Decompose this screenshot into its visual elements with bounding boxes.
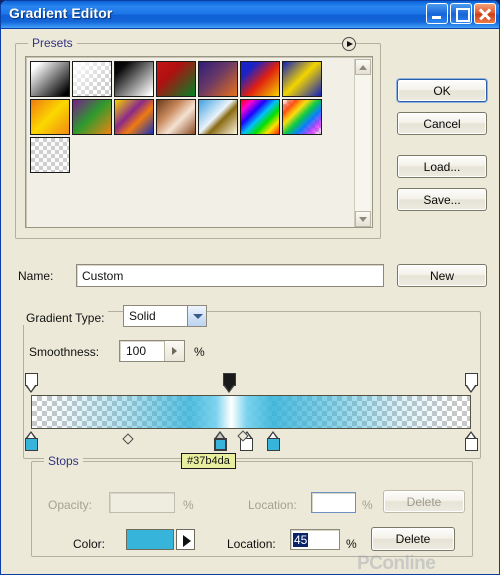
location-top-input <box>311 492 356 513</box>
color-stop-mid-right[interactable] <box>266 431 280 451</box>
swatch-gradient <box>199 62 237 96</box>
location-bottom-input[interactable]: 45 <box>290 529 340 550</box>
gradient-fill <box>32 396 470 428</box>
swatch-gradient <box>115 100 153 134</box>
new-button[interactable]: New <box>397 264 487 287</box>
preset-swatch-orange-yellow-orange[interactable] <box>30 99 70 135</box>
minimize-button[interactable] <box>426 3 448 24</box>
preset-swatch-violet-green-orange[interactable] <box>72 99 112 135</box>
opacity-input <box>109 492 175 513</box>
stop-tip-inner <box>467 385 475 391</box>
opacity-unit: % <box>183 498 194 512</box>
presets-group: Presets <box>15 36 381 239</box>
delete-opacity-stop-button: Delete <box>383 490 465 513</box>
stop-body <box>213 438 227 451</box>
stop-body <box>24 438 38 451</box>
preset-swatch-blue-red-yellow[interactable] <box>240 61 280 97</box>
stop-body <box>464 438 478 451</box>
delete-color-stop-button[interactable]: Delete <box>371 527 455 551</box>
color-stop-left[interactable] <box>24 431 38 451</box>
swatch-gradient <box>115 62 153 96</box>
preset-swatch-copper[interactable] <box>156 99 196 135</box>
color-swatch[interactable] <box>126 529 174 550</box>
preset-swatch-foreground-to-transparent[interactable] <box>72 61 112 97</box>
window-title: Gradient Editor <box>9 5 113 21</box>
preset-swatch-black-white[interactable] <box>114 61 154 97</box>
ok-button[interactable]: OK <box>397 79 487 102</box>
right-triangle-icon[interactable] <box>164 341 184 361</box>
gradient-editor-window: Gradient Editor Presets OK Cancel Load..… <box>0 0 500 575</box>
dialog-body: Presets OK Cancel Load... Save... New Na… <box>1 29 499 574</box>
location-bottom-value: 45 <box>293 532 309 547</box>
smoothness-label: Smoothness: <box>29 345 100 359</box>
title-bar[interactable]: Gradient Editor <box>1 1 499 29</box>
right-triangle-icon[interactable] <box>176 529 195 550</box>
chevron-up-icon[interactable] <box>355 59 371 75</box>
gradient-type-value: Solid <box>129 309 156 323</box>
name-input[interactable]: Custom <box>76 264 384 287</box>
swatch-gradient <box>241 100 279 134</box>
swatch-gradient <box>241 62 279 96</box>
swatch-gradient <box>283 100 321 134</box>
preset-swatch-list <box>29 60 353 224</box>
maximize-button[interactable] <box>450 3 472 24</box>
smoothness-unit: % <box>194 345 205 359</box>
preset-swatch-spectrum[interactable] <box>240 99 280 135</box>
location-top-label: Location: <box>248 498 297 512</box>
preset-swatch-red-green[interactable] <box>156 61 196 97</box>
preset-swatch-foreground-to-background[interactable] <box>30 61 70 97</box>
gradient-type-select[interactable]: Solid <box>123 305 207 327</box>
opacity-stop-middle[interactable] <box>222 373 236 393</box>
load-button[interactable]: Load... <box>397 155 487 178</box>
presets-scrollbar[interactable] <box>354 59 371 227</box>
stop-tip-inner <box>225 385 233 391</box>
chevron-down-icon[interactable] <box>355 211 371 227</box>
save-button[interactable]: Save... <box>397 188 487 211</box>
location-bottom-label: Location: <box>227 537 276 551</box>
opacity-stop-right[interactable] <box>464 373 478 393</box>
gradient-type-label: Gradient Type: <box>23 311 108 325</box>
swatch-gradient <box>73 62 111 96</box>
swatch-gradient <box>157 100 195 134</box>
window-controls <box>426 3 496 24</box>
preset-swatch-chrome[interactable] <box>198 99 238 135</box>
close-button[interactable] <box>474 3 496 24</box>
chevron-down-icon[interactable] <box>187 306 206 326</box>
swatch-gradient <box>199 100 237 134</box>
preset-swatch-transparent-stripes[interactable] <box>30 137 70 173</box>
stop-body <box>266 438 280 451</box>
color-stop-mid-left[interactable] <box>213 431 227 451</box>
location-bottom-unit: % <box>346 537 357 551</box>
presets-group-label: Presets <box>28 36 77 50</box>
color-stop-right[interactable] <box>464 431 478 451</box>
preset-swatch-blue-yellow-blue[interactable] <box>282 61 322 97</box>
swatch-gradient <box>157 62 195 96</box>
color-tooltip: #37b4da <box>181 453 236 469</box>
stop-tip-inner <box>27 385 35 391</box>
opacity-stop-left[interactable] <box>24 373 38 393</box>
swatch-gradient <box>31 100 69 134</box>
preset-swatch-yellow-violet-orange-blue[interactable] <box>114 99 154 135</box>
gradient-preview-bar[interactable] <box>31 395 471 429</box>
color-label: Color: <box>73 537 106 551</box>
presets-well <box>25 56 373 228</box>
opacity-label: Opacity: <box>48 498 93 512</box>
swatch-gradient <box>73 100 111 134</box>
name-label: Name: <box>18 269 54 283</box>
preset-swatch-violet-orange[interactable] <box>198 61 238 97</box>
presets-menu-icon[interactable] <box>342 37 356 51</box>
stops-group-label: Stops <box>44 454 83 468</box>
cancel-button[interactable]: Cancel <box>397 112 487 135</box>
swatch-gradient <box>31 62 69 96</box>
location-top-unit: % <box>362 498 373 512</box>
preset-swatch-transparent-rainbow[interactable] <box>282 99 322 135</box>
swatch-gradient <box>283 62 321 96</box>
swatch-gradient <box>31 138 69 172</box>
